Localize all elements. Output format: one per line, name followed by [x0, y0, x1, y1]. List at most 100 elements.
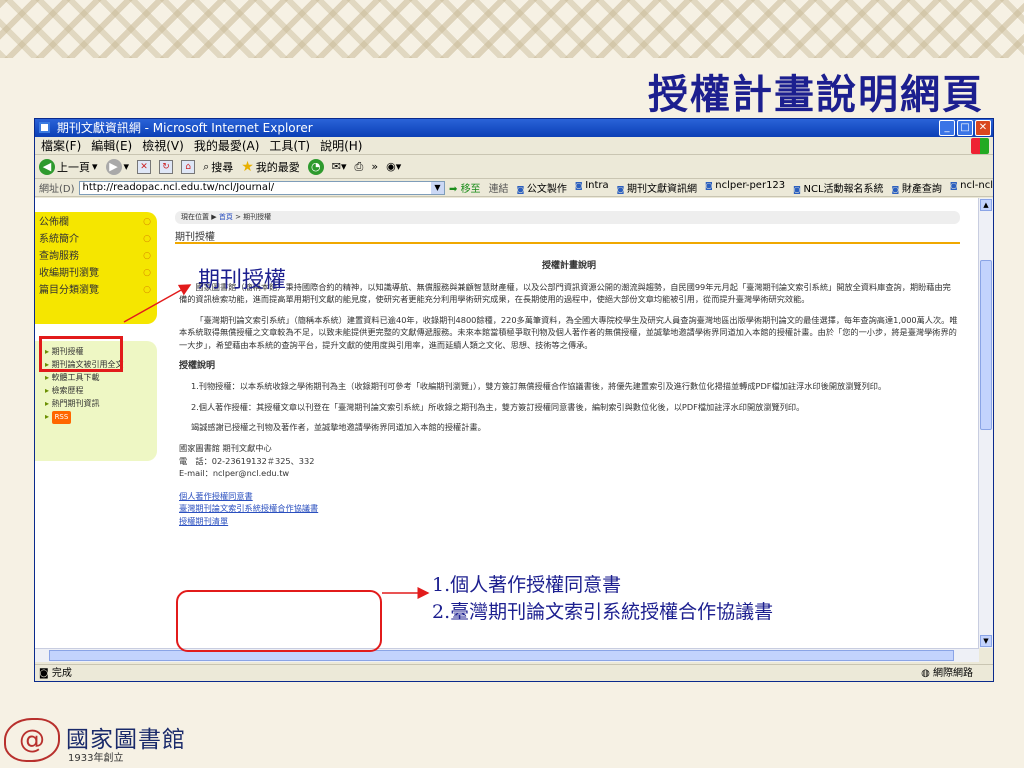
toolbar: ◀ 上一頁 ▾ ▶ ▾ ✕ ↻ ⌂ ⌕ 搜尋 ★ 我的最愛 ◔ ✉▾ ⎙ » ◉… — [35, 155, 993, 179]
address-label: 網址(D) — [39, 184, 75, 195]
sidebar-item-tools[interactable]: 軟體工具下載 — [35, 371, 157, 384]
sidebar-item-search[interactable]: 查詢服務 — [35, 248, 157, 265]
scroll-up-icon[interactable]: ▲ — [980, 199, 992, 211]
section-heading: 授權說明 — [179, 360, 216, 371]
sidebar-item-popular[interactable]: 熱門期刊資訊 — [35, 397, 157, 410]
go-button[interactable]: ➡ 移至 — [449, 180, 481, 195]
link-item[interactable]: nclper-per123 — [705, 180, 785, 195]
link-item[interactable]: 公文製作 — [517, 180, 567, 195]
minimize-button[interactable]: _ — [939, 120, 955, 136]
search-icon: ⌕ — [203, 159, 210, 173]
refresh-icon[interactable]: ↻ — [159, 159, 174, 174]
print-icon[interactable]: ⎙ — [355, 160, 364, 174]
rss-icon: RSS — [51, 411, 72, 424]
contact-email[interactable]: E-mail：nclper@ncl.edu.tw — [179, 467, 959, 480]
slide-title: 授權計畫說明網頁 — [648, 71, 984, 118]
sidebar-item-categories[interactable]: 篇目分類瀏覽 — [35, 282, 157, 299]
slide-header-pattern — [0, 0, 1024, 58]
search-label: 搜尋 — [211, 160, 234, 174]
status-text: 完成 — [51, 668, 72, 679]
toolbar-overflow-icon[interactable]: » — [371, 160, 378, 173]
library-founded: 1933年創立 — [68, 753, 124, 764]
sidebar-item-history[interactable]: 檢索歷程 — [35, 384, 157, 397]
sidebar-item-bulletin[interactable]: 公佈欄 — [35, 214, 157, 231]
highlight-box-sidebar — [39, 336, 123, 372]
menu-edit[interactable]: 編輯(E) — [91, 137, 132, 154]
scroll-down-icon[interactable]: ▼ — [980, 635, 992, 647]
forward-arrow-icon: ▶ — [105, 158, 122, 175]
link-item[interactable]: NCL活動報名系統 — [793, 180, 883, 195]
main-content: 授權計畫說明 國家圖書館（簡稱本館）秉持國際合約的精神，以知識導航、無償服務與兼… — [179, 258, 959, 528]
link-item[interactable]: 期刊文獻資訊網 — [617, 180, 697, 195]
security-zone: ◍ 網際網路 — [921, 668, 973, 679]
authorized-journals-link[interactable]: 授權期刊清單 — [179, 515, 959, 528]
address-bar: 網址(D) http://readopac.ncl.edu.tw/ncl/Jou… — [35, 179, 993, 197]
sidebar-item-rss[interactable]: RSS — [35, 410, 157, 424]
contact-line: 電 話：02-23619132＃325、332 — [179, 455, 315, 466]
back-arrow-icon: ◀ — [39, 158, 55, 175]
callout-label: 期刊授權 — [198, 268, 287, 293]
contact-line: 國家圖書館 期刊文獻中心 — [179, 442, 272, 453]
auth-item: 1.刊物授權：以本系統收錄之學術期刊為主（收錄期刊可參考「收編期刊瀏覽」），雙方… — [191, 381, 887, 392]
go-label: 移至 — [460, 184, 481, 195]
zone-label: 網際網路 — [933, 668, 973, 679]
favorites-label: 我的最愛 — [255, 160, 300, 174]
back-label: 上一頁 — [57, 160, 90, 174]
menu-file[interactable]: 檔案(F) — [41, 137, 81, 154]
contact-info: 國家圖書館 期刊文獻中心 電 話：02-23619132＃325、332 E-m… — [179, 442, 959, 480]
links-label: 連結 — [488, 184, 509, 195]
favorites-button[interactable]: ★ 我的最愛 — [241, 159, 300, 175]
messenger-icon[interactable]: ◉▾ — [386, 160, 401, 173]
links-bar: 公文製作 Intra 期刊文獻資訊網 nclper-per123 NCL活動報名… — [517, 180, 993, 195]
sidebar-item-journals[interactable]: 收編期刊瀏覽 — [35, 265, 157, 282]
menu-help[interactable]: 說明(H) — [320, 137, 362, 154]
search-button[interactable]: ⌕ 搜尋 — [203, 159, 233, 175]
sidebar-item-intro[interactable]: 系統簡介 — [35, 231, 157, 248]
annotation-item: 1.個人著作授權同意書 — [432, 574, 622, 596]
document-links: 個人著作授權同意書 臺灣期刊論文索引系統授權合作協議書 授權期刊清單 — [179, 490, 959, 528]
content-title: 授權計畫說明 — [541, 261, 596, 271]
address-value: http://readopac.ncl.edu.tw/ncl/Journal/ — [82, 181, 275, 193]
thanks-text: 竭誠感謝已授權之刊物及著作者，並誠摯地邀請學術界同道加入本館的授權計畫。 — [191, 422, 486, 433]
history-icon[interactable]: ◔ — [307, 158, 324, 175]
forward-button[interactable]: ▶ ▾ — [105, 158, 129, 175]
menu-bar: 檔案(F) 編輯(E) 檢視(V) 我的最愛(A) 工具(T) 說明(H) — [35, 137, 993, 155]
breadcrumb-current: > 期刊授權 — [235, 213, 272, 221]
status-bar: ◙ 完成 ◍ 網際網路 — [35, 664, 993, 682]
maximize-button[interactable]: □ — [957, 120, 973, 136]
scroll-thumb[interactable] — [980, 260, 992, 430]
auth-item: 2.個人著作授權：其授權文章以刊登在「臺灣期刊論文索引系統」所收錄之期刊為主，雙… — [191, 401, 805, 412]
horizontal-scrollbar[interactable] — [35, 648, 979, 662]
stop-icon[interactable]: ✕ — [137, 159, 152, 174]
annotation-list: 1.個人著作授權同意書 2.臺灣期刊論文索引系統授權合作協議書 — [432, 572, 773, 626]
cooperation-agreement-link[interactable]: 臺灣期刊論文索引系統授權合作協議書 — [179, 502, 959, 515]
ie-page-icon — [39, 122, 50, 133]
breadcrumb-prefix: 現在位置 — [181, 213, 209, 221]
window-title: 期刊文獻資訊網 - Microsoft Internet Explorer — [56, 121, 313, 135]
link-item[interactable]: Intra — [575, 180, 608, 195]
title-bar: 期刊文獻資訊網 - Microsoft Internet Explorer _ … — [35, 119, 993, 137]
vertical-scrollbar[interactable]: ▲ ▼ — [978, 198, 993, 648]
home-icon[interactable]: ⌂ — [181, 159, 196, 174]
mail-icon[interactable]: ✉▾ — [332, 160, 347, 173]
page-heading: 期刊授權 — [175, 228, 960, 244]
library-seal-icon: @ — [4, 718, 60, 762]
paragraph: 「臺灣期刊論文索引系統」（簡稱本系統）建置資料已逾40年，收錄期刊4800餘種，… — [179, 314, 958, 350]
menu-favorites[interactable]: 我的最愛(A) — [194, 137, 260, 154]
paragraph: 國家圖書館（簡稱本館）秉持國際合約的精神，以知識導航、無償服務與兼顧智慧財產權，… — [179, 281, 951, 305]
personal-consent-link[interactable]: 個人著作授權同意書 — [179, 490, 959, 503]
back-button[interactable]: ◀ 上一頁 ▾ — [39, 158, 98, 175]
menu-view[interactable]: 檢視(V) — [142, 137, 184, 154]
address-dropdown-icon[interactable]: ▼ — [431, 181, 444, 194]
address-input[interactable]: http://readopac.ncl.edu.tw/ncl/Journal/ … — [78, 180, 445, 195]
link-item[interactable]: ncl-ncl — [950, 180, 993, 195]
ie-status-icon: ◙ — [39, 668, 49, 679]
breadcrumb-home[interactable]: 首頁 — [219, 213, 233, 221]
annotation-item: 2.臺灣期刊論文索引系統授權合作協議書 — [432, 601, 774, 623]
close-button[interactable]: ✕ — [975, 120, 991, 136]
menu-tools[interactable]: 工具(T) — [269, 137, 310, 154]
link-item[interactable]: 財產查詢 — [892, 180, 942, 195]
windows-logo-icon — [971, 138, 989, 154]
sidebar-main-menu: 公佈欄 系統簡介 查詢服務 收編期刊瀏覽 篇目分類瀏覽 — [35, 212, 157, 324]
star-icon: ★ — [241, 158, 254, 175]
